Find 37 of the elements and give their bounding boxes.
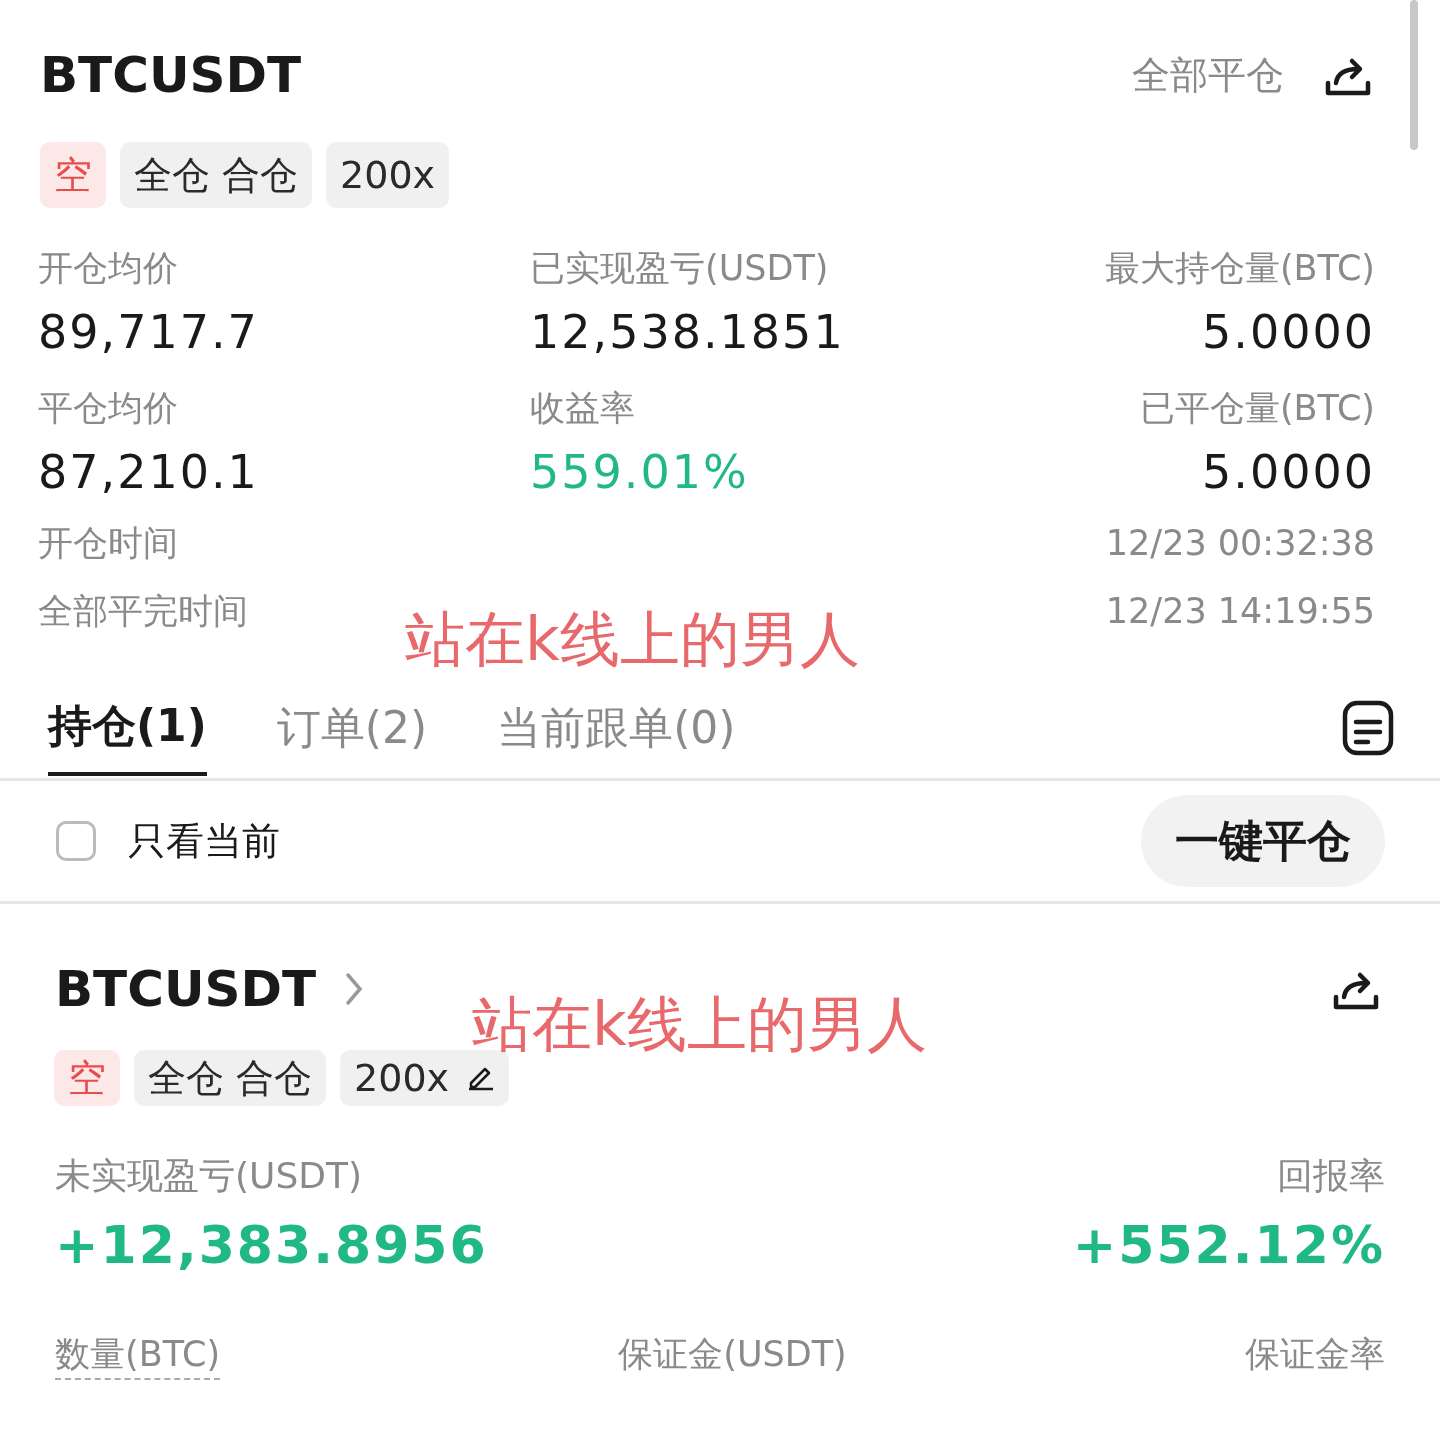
roe-label: 回报率 — [1277, 1154, 1385, 1198]
chevron-right-icon[interactable] — [344, 971, 365, 1007]
stat-label: 已实现盈亏(USDT) — [530, 247, 830, 290]
tab[interactable]: 持仓(1) — [48, 680, 207, 776]
leverage-tag: 200x — [326, 142, 450, 208]
pnl-value: +12,383.8956 — [55, 1215, 488, 1275]
column-label: 数量(BTC) — [55, 1331, 221, 1380]
margin-mode-tag: 全仓 合仓 — [120, 142, 313, 208]
stat-label: 开仓均价 — [38, 247, 179, 290]
time-value: 12/23 00:32:38 — [1105, 522, 1375, 565]
overlay-text: 站在k线上的男人 — [405, 603, 860, 676]
position-symbol[interactable]: BTCUSDT — [55, 960, 317, 1018]
document-icon[interactable] — [1342, 700, 1394, 756]
symbol-title: BTCUSDT — [40, 46, 302, 104]
roe-value: +552.12% — [1072, 1215, 1385, 1275]
stat-value: 5.0000 — [1202, 444, 1375, 500]
stat-value: 559.01% — [530, 444, 750, 500]
checkbox-label: 只看当前 — [128, 817, 280, 865]
side-tag: 空 — [54, 1050, 120, 1106]
stat-value: 5.0000 — [1202, 304, 1375, 360]
stat-label: 收益率 — [530, 387, 636, 430]
time-label: 开仓时间 — [38, 522, 178, 565]
stat-value: 89,717.7 — [38, 304, 260, 360]
time-value: 12/23 14:19:55 — [1105, 590, 1375, 633]
stat-label: 最大持仓量(BTC) — [1104, 247, 1375, 290]
column-label: 保证金率 — [1245, 1333, 1385, 1376]
stat-value: 87,210.1 — [38, 444, 260, 500]
checkbox[interactable] — [56, 821, 96, 861]
pnl-label: 未实现盈亏(USDT) — [55, 1154, 363, 1198]
stat-label: 平仓均价 — [38, 387, 179, 430]
column-label: 保证金(USDT) — [618, 1333, 847, 1376]
side-tag: 空 — [40, 142, 106, 208]
margin-mode-tag: 全仓 合仓 — [134, 1050, 327, 1106]
close-all-button[interactable]: 一键平仓 — [1141, 795, 1385, 887]
stat-label: 已平仓量(BTC) — [1139, 387, 1375, 430]
stat-value: 12,538.1851 — [530, 304, 846, 360]
time-label: 全部平完时间 — [38, 590, 248, 633]
